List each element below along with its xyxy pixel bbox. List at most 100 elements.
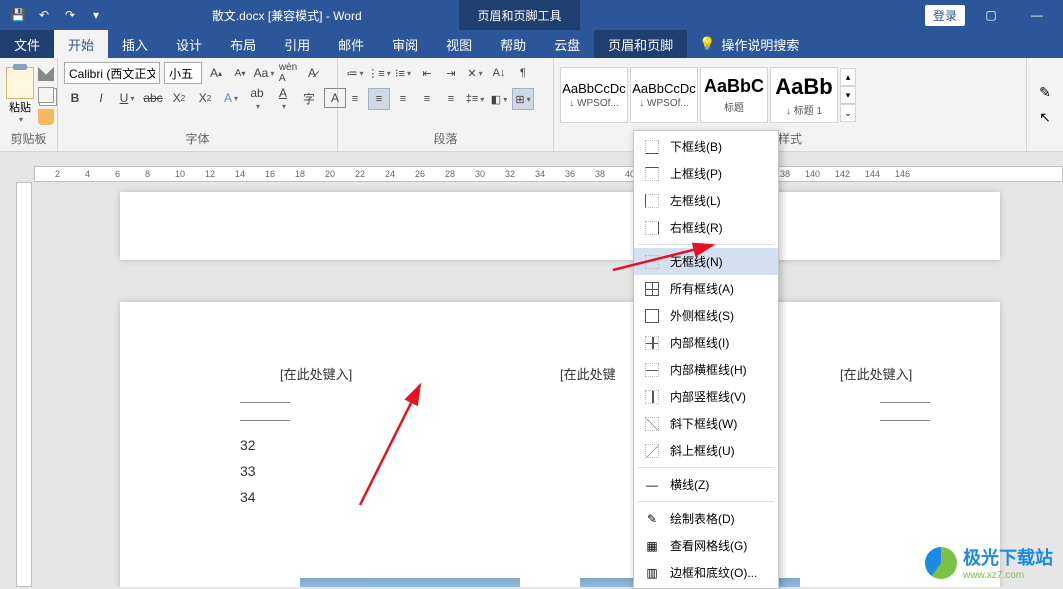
tab-view[interactable]: 视图 [432, 30, 486, 58]
header-placeholder-left[interactable]: [在此处键入] [280, 364, 352, 383]
change-case-button[interactable]: Aa▾ [254, 63, 274, 83]
copy-icon[interactable] [38, 87, 54, 103]
borders-button[interactable]: ⊞▾ [512, 88, 534, 110]
clear-formatting-button[interactable]: A̷ [302, 63, 322, 83]
numbering-button[interactable]: ⋮≡▾ [368, 62, 390, 84]
style-item[interactable]: AaBb ↓ 标题 1 [770, 67, 838, 123]
font-size-combo[interactable] [164, 62, 202, 84]
login-button[interactable]: 登录 [925, 5, 965, 26]
justify-button[interactable]: ≡ [416, 88, 438, 110]
menu-item-diag-up-border[interactable]: 斜上框线(U) [634, 437, 778, 464]
grow-font-button[interactable]: A▴ [206, 63, 226, 83]
tell-me-search[interactable]: 💡 操作说明搜索 [687, 30, 811, 58]
clipboard-group-label: 剪贴板 [6, 128, 51, 149]
menu-item-horizontal-line[interactable]: —横线(Z) [634, 471, 778, 498]
tab-mailings[interactable]: 邮件 [324, 30, 378, 58]
decrease-indent-button[interactable]: ⇤ [416, 62, 438, 84]
hline-icon: — [644, 477, 660, 493]
tab-help[interactable]: 帮助 [486, 30, 540, 58]
underline-button[interactable]: U▾ [116, 88, 138, 108]
tab-cloud[interactable]: 云盘 [540, 30, 594, 58]
bulb-icon: 💡 [699, 36, 715, 52]
qat-more-icon[interactable]: ▾ [84, 3, 108, 27]
shrink-font-button[interactable]: A▾ [230, 63, 250, 83]
tab-layout[interactable]: 布局 [216, 30, 270, 58]
text-effects-button[interactable]: A▾ [220, 88, 242, 108]
multilevel-list-button[interactable]: ⁝≡▾ [392, 62, 414, 84]
gallery-up-icon[interactable]: ▴ [840, 68, 856, 86]
align-center-button[interactable]: ≡ [368, 88, 390, 110]
menu-item-draw-table[interactable]: ✎绘制表格(D) [634, 505, 778, 532]
menu-item-inside-h-border[interactable]: 内部横框线(H) [634, 356, 778, 383]
menu-item-inside-v-border[interactable]: 内部竖框线(V) [634, 383, 778, 410]
tab-design[interactable]: 设计 [162, 30, 216, 58]
header-underline [240, 402, 290, 403]
menu-item-borders-shading[interactable]: ▥边框和底纹(O)... [634, 559, 778, 586]
show-marks-button[interactable]: ¶ [512, 62, 534, 84]
style-item[interactable]: AaBbC 标题 [700, 67, 768, 123]
phonetic-guide-button[interactable]: wénA [278, 63, 298, 83]
image-placeholder [300, 578, 520, 587]
menu-item-outside-borders[interactable]: 外侧框线(S) [634, 302, 778, 329]
paragraph-group-label: 段落 [344, 128, 547, 149]
font-name-combo[interactable] [64, 62, 160, 84]
menu-item-bottom-border[interactable]: 下框线(B) [634, 133, 778, 160]
tab-review[interactable]: 审阅 [378, 30, 432, 58]
style-preview: AaBbCcDc [632, 81, 696, 96]
cut-icon[interactable] [38, 65, 54, 81]
editing-icon[interactable]: ✎ [1039, 84, 1051, 101]
style-item[interactable]: AaBbCcDc ↓ WPSOf... [630, 67, 698, 123]
menu-item-view-gridlines[interactable]: ▦查看网格线(G) [634, 532, 778, 559]
bullets-button[interactable]: ≔▾ [344, 62, 366, 84]
menu-item-top-border[interactable]: 上框线(P) [634, 160, 778, 187]
menu-separator [638, 501, 774, 502]
minimize-icon[interactable]: — [1017, 0, 1057, 30]
gallery-down-icon[interactable]: ▾ [840, 86, 856, 104]
ribbon-options-icon[interactable]: ▢ [971, 0, 1011, 30]
page[interactable]: [在此处键入] [在此处键 [在此处键入] 32 33 34 [120, 302, 1000, 587]
align-right-button[interactable]: ≡ [392, 88, 414, 110]
sort-button[interactable]: A↓ [488, 62, 510, 84]
format-painter-icon[interactable] [38, 109, 54, 125]
menu-item-inside-borders[interactable]: 内部框线(I) [634, 329, 778, 356]
undo-icon[interactable]: ↶ [32, 3, 56, 27]
asian-layout-button[interactable]: ✕▾ [464, 62, 486, 84]
subscript-button[interactable]: X2 [168, 88, 190, 108]
tab-file[interactable]: 文件 [0, 30, 54, 58]
tab-header-footer[interactable]: 页眉和页脚 [594, 30, 687, 58]
header-placeholder-center[interactable]: [在此处键 [560, 364, 616, 383]
style-item[interactable]: AaBbCcDc ↓ WPSOf... [560, 67, 628, 123]
ribbon-tabs: 文件 开始 插入 设计 布局 引用 邮件 审阅 视图 帮助 云盘 页眉和页脚 💡… [0, 30, 1063, 58]
paste-button[interactable]: 粘贴 ▾ [6, 67, 34, 124]
highlight-button[interactable]: ab▾ [246, 88, 268, 108]
style-preview: AaBb [775, 74, 832, 100]
tab-home[interactable]: 开始 [54, 30, 108, 58]
enclose-char-button[interactable]: 字 [298, 88, 320, 108]
increase-indent-button[interactable]: ⇥ [440, 62, 462, 84]
redo-icon[interactable]: ↷ [58, 3, 82, 27]
grid-icon: ▦ [644, 538, 660, 554]
tab-references[interactable]: 引用 [270, 30, 324, 58]
gallery-more-icon[interactable]: ⌄ [840, 104, 856, 122]
menu-item-diag-down-border[interactable]: 斜下框线(W) [634, 410, 778, 437]
header-placeholder-right[interactable]: [在此处键入] [840, 364, 912, 383]
font-color-button[interactable]: A▾ [272, 88, 294, 108]
strikethrough-button[interactable]: abc [142, 88, 164, 108]
styles-gallery[interactable]: AaBbCcDc ↓ WPSOf... AaBbCcDc ↓ WPSOf... … [560, 67, 856, 123]
document-body[interactable]: 32 33 34 [240, 432, 256, 510]
distributed-button[interactable]: ≡ [440, 88, 462, 110]
select-icon[interactable]: ↖ [1039, 109, 1051, 126]
group-paragraph: ≔▾ ⋮≡▾ ⁝≡▾ ⇤ ⇥ ✕▾ A↓ ¶ ≡ ≡ ≡ ≡ ≡ ‡≡▾ ◧▾ … [338, 58, 554, 151]
pencil-icon: ✎ [644, 511, 660, 527]
header-underline [880, 402, 930, 403]
horizontal-ruler[interactable]: 2468101214161820222426283032343638401301… [34, 166, 1063, 182]
line-spacing-button[interactable]: ‡≡▾ [464, 88, 486, 110]
save-icon[interactable]: 💾 [6, 3, 30, 27]
shading-button[interactable]: ◧▾ [488, 88, 510, 110]
italic-button[interactable]: I [90, 88, 112, 108]
superscript-button[interactable]: X2 [194, 88, 216, 108]
bold-button[interactable]: B [64, 88, 86, 108]
tab-insert[interactable]: 插入 [108, 30, 162, 58]
align-left-button[interactable]: ≡ [344, 88, 366, 110]
vertical-ruler[interactable] [16, 182, 32, 587]
